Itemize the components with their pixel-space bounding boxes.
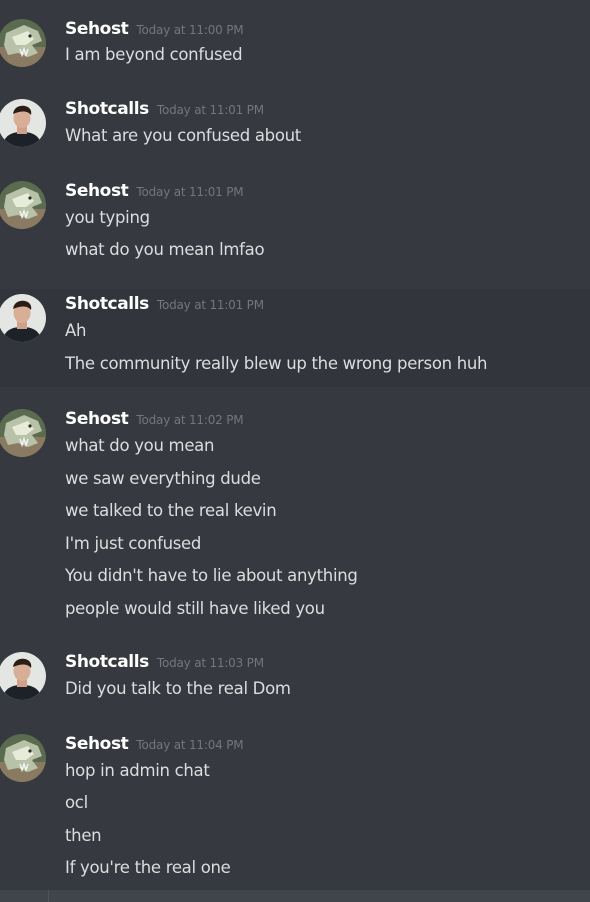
message-timestamp: Today at 11:01 PM: [156, 298, 264, 312]
message-text: Ah: [65, 321, 87, 340]
message-header: Sehost Today at 11:02 PM: [65, 409, 244, 431]
author-name[interactable]: Shotcalls: [65, 99, 149, 119]
message-list: Sehost Today at 11:00 PM I am beyond conf…: [0, 0, 590, 890]
message-text: you typing: [65, 208, 150, 227]
message-text: people would still have liked you: [65, 599, 325, 618]
message-timestamp: Today at 11:01 PM: [156, 103, 264, 117]
message-header: Sehost Today at 11:04 PM: [65, 734, 244, 756]
dragon-avatar-icon[interactable]: [0, 409, 46, 457]
dragon-avatar-icon[interactable]: [0, 734, 46, 782]
dragon-avatar-icon[interactable]: [0, 181, 46, 229]
message-timestamp: Today at 11:04 PM: [136, 738, 244, 752]
message-timestamp: Today at 11:00 PM: [136, 23, 244, 37]
message-input-bar[interactable]: [0, 890, 590, 902]
message-group: Shotcalls Today at 11:01 PM What are you …: [0, 80, 590, 162]
message-header: Sehost Today at 11:01 PM: [65, 181, 244, 203]
message-text: ocl: [65, 793, 88, 812]
message-text: we talked to the real kevin: [65, 501, 277, 520]
message-timestamp: Today at 11:02 PM: [136, 413, 244, 427]
message-text: I am beyond confused: [65, 45, 243, 64]
author-name[interactable]: Sehost: [65, 409, 129, 429]
author-name[interactable]: Sehost: [65, 19, 129, 39]
dragon-avatar-icon[interactable]: [0, 19, 46, 67]
message-text: what do you mean: [65, 436, 215, 455]
message-text: The community really blew up the wrong p…: [65, 354, 488, 373]
message-group: Sehost Today at 11:02 PM what do you mean…: [0, 390, 590, 630]
message-group: Shotcalls Today at 11:01 PM Ah The commun…: [0, 289, 590, 387]
message-text: I'm just confused: [65, 534, 202, 553]
message-timestamp: Today at 11:01 PM: [136, 185, 244, 199]
message-timestamp: Today at 11:03 PM: [156, 656, 264, 670]
person-avatar-icon[interactable]: [0, 294, 46, 342]
author-name[interactable]: Sehost: [65, 181, 129, 201]
message-header: Shotcalls Today at 11:01 PM: [65, 294, 264, 316]
message-group: Shotcalls Today at 11:03 PM Did you talk …: [0, 633, 590, 713]
message-text: What are you confused about: [65, 126, 301, 145]
message-text: hop in admin chat: [65, 761, 210, 780]
author-name[interactable]: Shotcalls: [65, 652, 149, 672]
message-header: Sehost Today at 11:00 PM: [65, 19, 244, 41]
person-avatar-icon[interactable]: [0, 652, 46, 700]
message-header: Shotcalls Today at 11:01 PM: [65, 99, 264, 121]
message-text: You didn't have to lie about anything: [65, 566, 358, 585]
message-header: Shotcalls Today at 11:03 PM: [65, 652, 264, 674]
message-group: Sehost Today at 11:01 PM you typing what …: [0, 162, 590, 287]
person-avatar-icon[interactable]: [0, 99, 46, 147]
message-group: Sehost Today at 11:04 PM hop in admin cha…: [0, 715, 590, 890]
message-text: what do you mean lmfao: [65, 240, 265, 259]
message-group: Sehost Today at 11:00 PM I am beyond conf…: [0, 0, 590, 80]
message-text: If you're the real one: [65, 858, 231, 877]
author-name[interactable]: Sehost: [65, 734, 129, 754]
message-text: Did you talk to the real Dom: [65, 679, 291, 698]
message-text: then: [65, 826, 102, 845]
input-divider: [48, 890, 49, 902]
author-name[interactable]: Shotcalls: [65, 294, 149, 314]
message-text: we saw everything dude: [65, 469, 261, 488]
